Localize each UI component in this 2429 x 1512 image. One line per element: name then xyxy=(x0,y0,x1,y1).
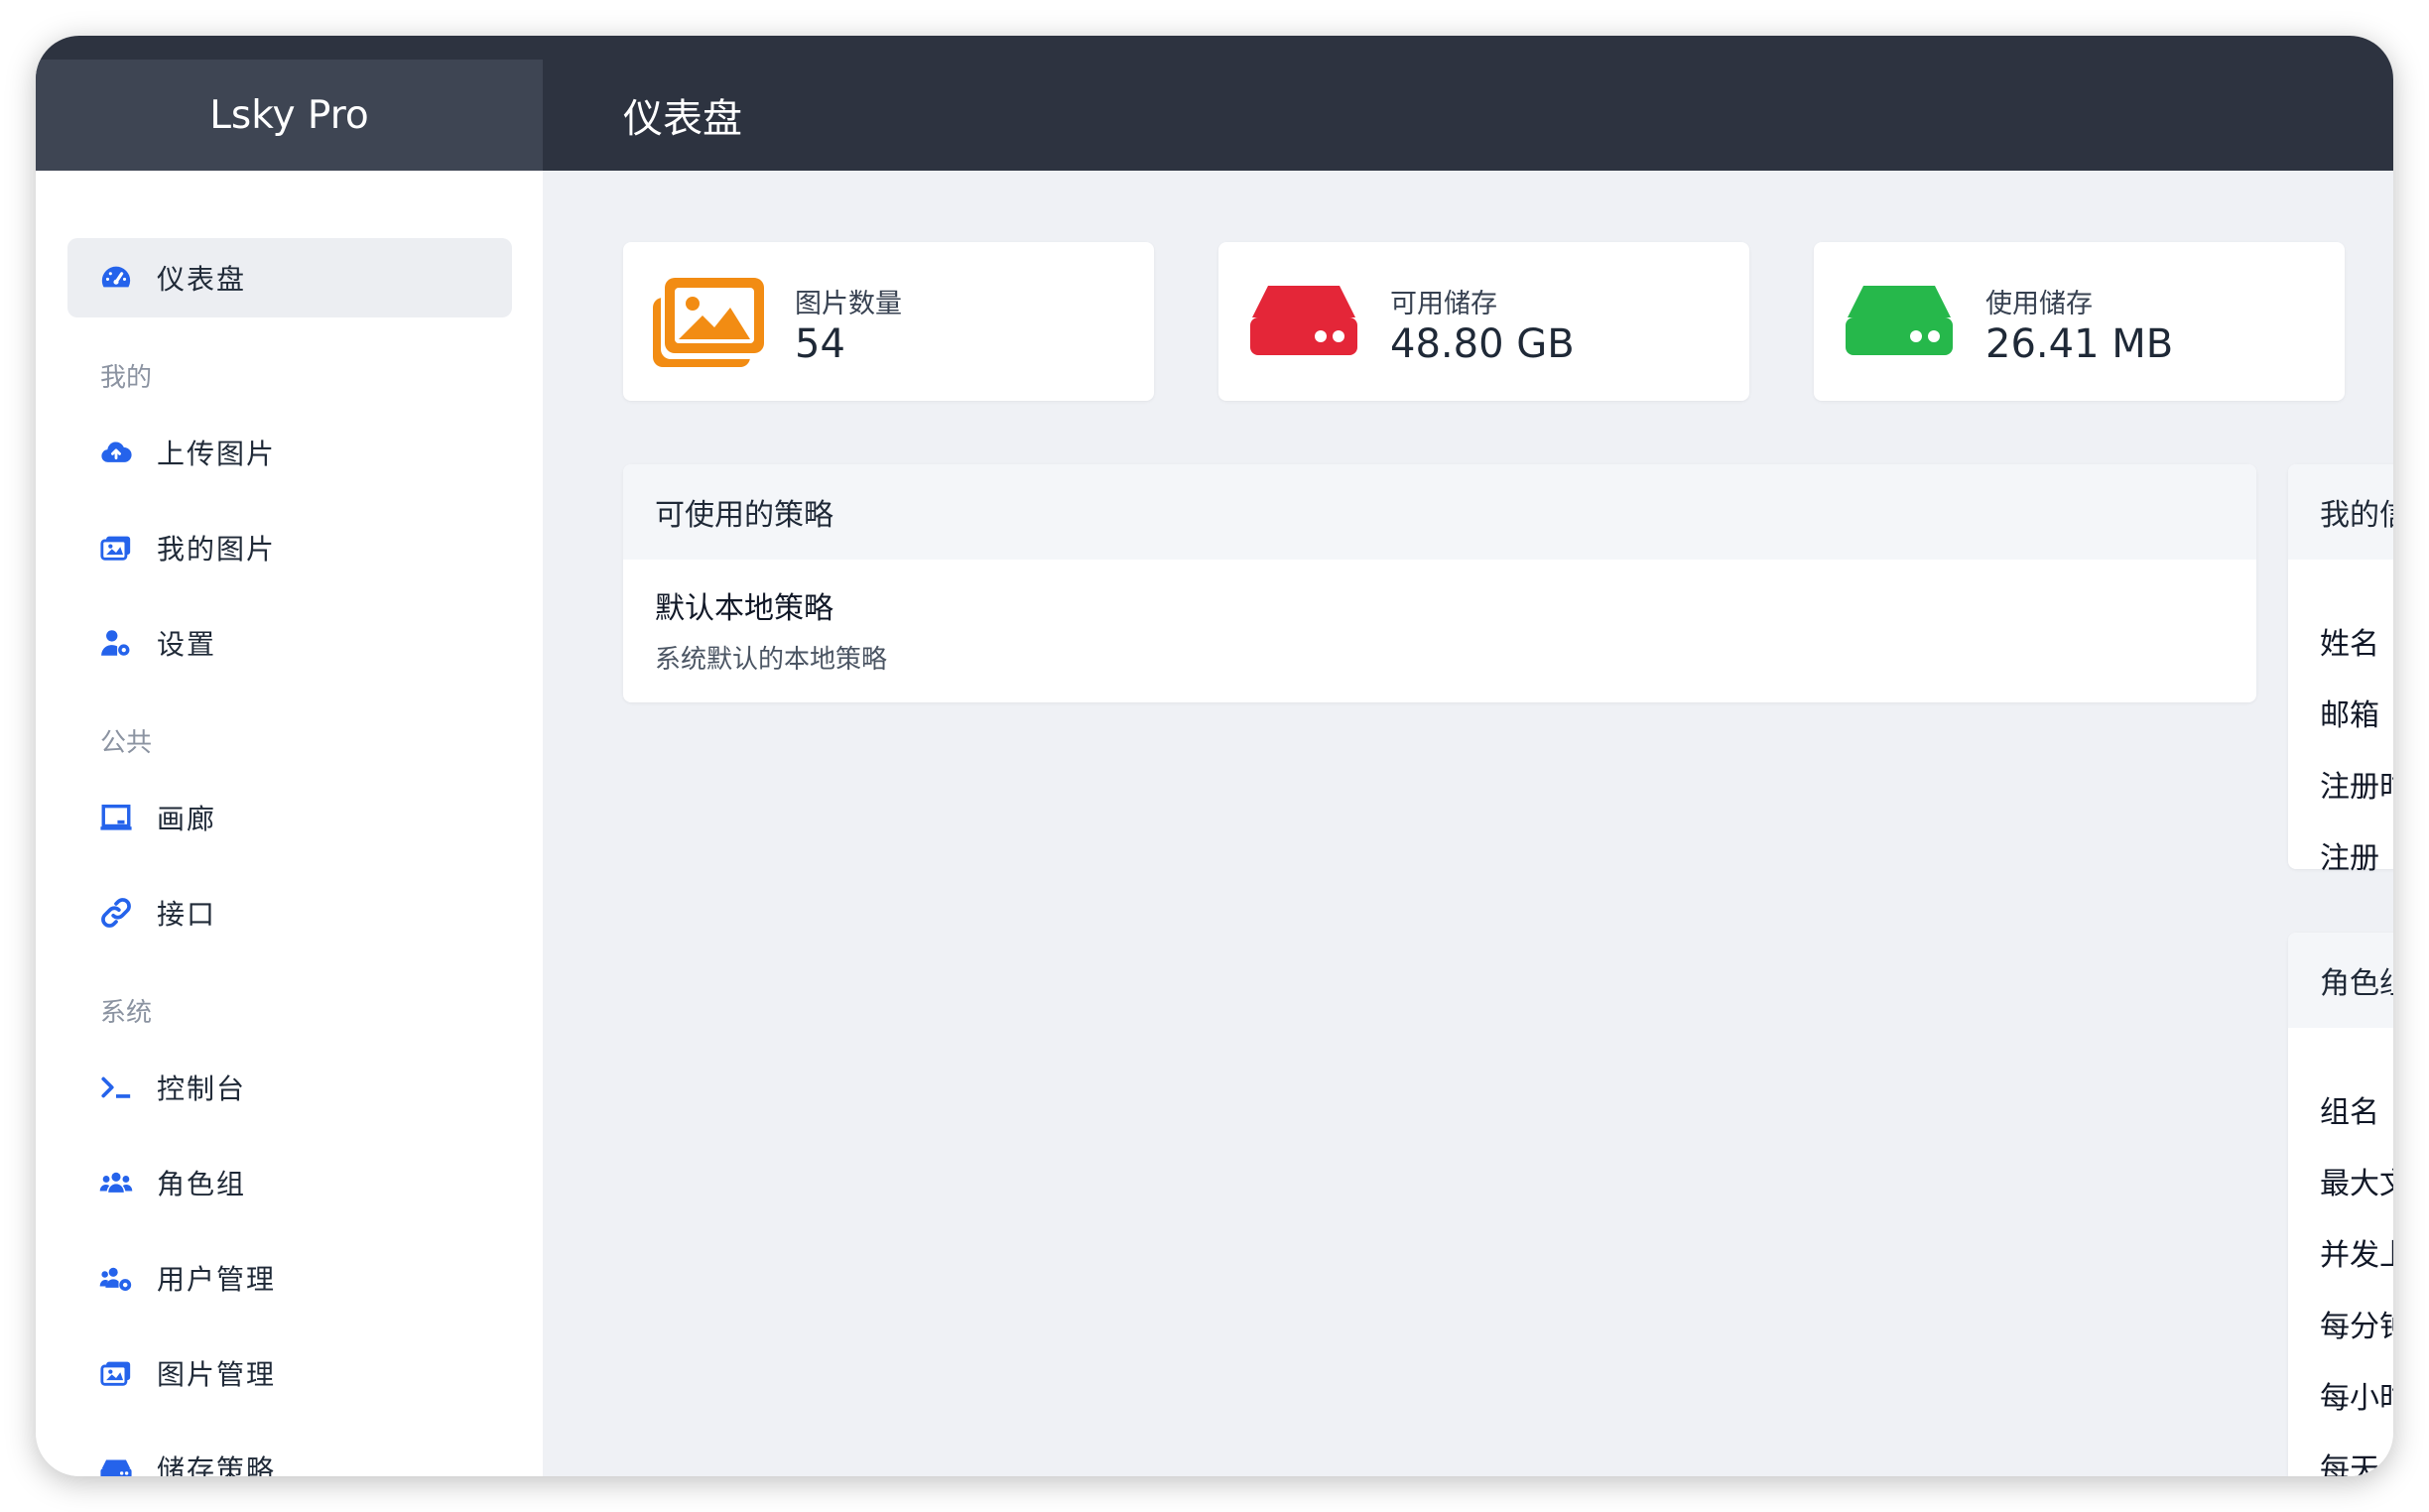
cloud-upload-icon xyxy=(97,434,135,471)
hard-drive-icon xyxy=(1248,278,1359,367)
page-title: 仪表盘 xyxy=(623,96,742,142)
sidebar-item-label: 储存策略 xyxy=(157,1453,277,1476)
stat-value: 54 xyxy=(795,321,845,367)
sidebar-item-gallery[interactable]: 画廊 xyxy=(67,778,512,857)
stat-value: 26.41 MB xyxy=(1985,321,2174,367)
info-row-registered: 注册 xyxy=(2320,841,2379,876)
info-row-registered-at: 注册时 xyxy=(2320,770,2393,805)
sidebar-item-api[interactable]: 接口 xyxy=(67,873,512,952)
monitor-icon xyxy=(97,799,135,836)
role-row-per-hour: 每小时 xyxy=(2320,1381,2393,1416)
sidebar-item-label: 设置 xyxy=(157,628,217,661)
app-brand[interactable]: Lsky Pro xyxy=(36,60,543,171)
section-label-public: 公共 xyxy=(100,728,153,758)
stat-card-used-storage: 使用储存 26.41 MB xyxy=(1814,242,2345,401)
storage-drive-icon xyxy=(97,1449,135,1476)
role-group-panel: 角色组 组名 最大文 并发上 每分钟 每小时 每天上 xyxy=(2288,933,2393,1476)
stat-value: 48.80 GB xyxy=(1390,321,1575,367)
panel-header: 角色组 xyxy=(2288,933,2393,1028)
stat-label: 图片数量 xyxy=(795,289,902,319)
sidebar-item-role-groups[interactable]: 角色组 xyxy=(67,1143,512,1222)
policy-name: 默认本地策略 xyxy=(655,591,833,626)
role-row-per-day: 每天上 xyxy=(2320,1452,2393,1476)
sidebar-item-user-management[interactable]: 用户管理 xyxy=(67,1238,512,1318)
sidebar-item-label: 接口 xyxy=(157,898,217,931)
top-bar: Lsky Pro 仪表盘 xyxy=(36,36,2393,171)
info-row-name: 姓名 xyxy=(2320,627,2379,662)
role-row-per-minute: 每分钟 xyxy=(2320,1310,2393,1344)
panel-header: 可使用的策略 xyxy=(623,464,2256,560)
stat-label: 使用储存 xyxy=(1985,289,2093,319)
my-info-panel: 我的信 姓名 邮箱 注册时 注册 xyxy=(2288,464,2393,876)
sidebar-item-label: 上传图片 xyxy=(157,438,277,470)
hard-drive-icon xyxy=(1844,278,1955,367)
sidebar-item-my-images[interactable]: 我的图片 xyxy=(67,508,512,587)
app-window: Lsky Pro 仪表盘 仪表盘 我的 上传图片 我的图片 设置 公共 画廊 接… xyxy=(36,36,2393,1476)
role-row-group-name: 组名 xyxy=(2320,1095,2379,1130)
role-row-concurrent-upload: 并发上 xyxy=(2320,1238,2393,1273)
link-icon xyxy=(97,894,135,932)
dashboard-gauge-icon xyxy=(97,259,135,297)
policies-panel: 可使用的策略 默认本地策略 系统默认的本地策略 xyxy=(623,464,2256,702)
policy-description: 系统默认的本地策略 xyxy=(655,645,888,675)
sidebar-item-label: 仪表盘 xyxy=(157,263,247,296)
stat-card-available-storage: 可用储存 48.80 GB xyxy=(1218,242,1749,401)
sidebar-item-dashboard[interactable]: 仪表盘 xyxy=(67,238,512,317)
sidebar-item-label: 控制台 xyxy=(157,1072,247,1105)
stat-label: 可用储存 xyxy=(1390,289,1497,319)
images-manage-icon xyxy=(97,1354,135,1392)
stat-card-image-count: 图片数量 54 xyxy=(623,242,1154,401)
terminal-icon xyxy=(97,1069,135,1106)
role-row-max-file: 最大文 xyxy=(2320,1167,2393,1201)
section-label-mine: 我的 xyxy=(100,363,153,393)
sidebar-item-label: 我的图片 xyxy=(157,533,277,566)
sidebar-item-settings[interactable]: 设置 xyxy=(67,603,512,683)
sidebar-item-label: 图片管理 xyxy=(157,1358,277,1391)
sidebar-item-upload[interactable]: 上传图片 xyxy=(67,413,512,492)
sidebar-item-label: 角色组 xyxy=(157,1168,247,1200)
sidebar-item-label: 画廊 xyxy=(157,803,217,835)
sidebar: 仪表盘 我的 上传图片 我的图片 设置 公共 画廊 接口 系统 控制台 角色组 … xyxy=(36,171,543,1476)
user-settings-icon xyxy=(97,624,135,662)
users-group-icon xyxy=(97,1164,135,1201)
section-label-system: 系统 xyxy=(100,998,153,1028)
users-settings-icon xyxy=(97,1259,135,1297)
panel-header: 我的信 xyxy=(2288,464,2393,560)
images-stack-icon xyxy=(653,278,764,367)
info-row-email: 邮箱 xyxy=(2320,698,2379,733)
sidebar-item-label: 用户管理 xyxy=(157,1263,277,1296)
images-icon xyxy=(97,529,135,567)
sidebar-item-image-management[interactable]: 图片管理 xyxy=(67,1333,512,1413)
sidebar-item-storage-policies[interactable]: 储存策略 xyxy=(67,1429,512,1476)
sidebar-item-console[interactable]: 控制台 xyxy=(67,1048,512,1127)
